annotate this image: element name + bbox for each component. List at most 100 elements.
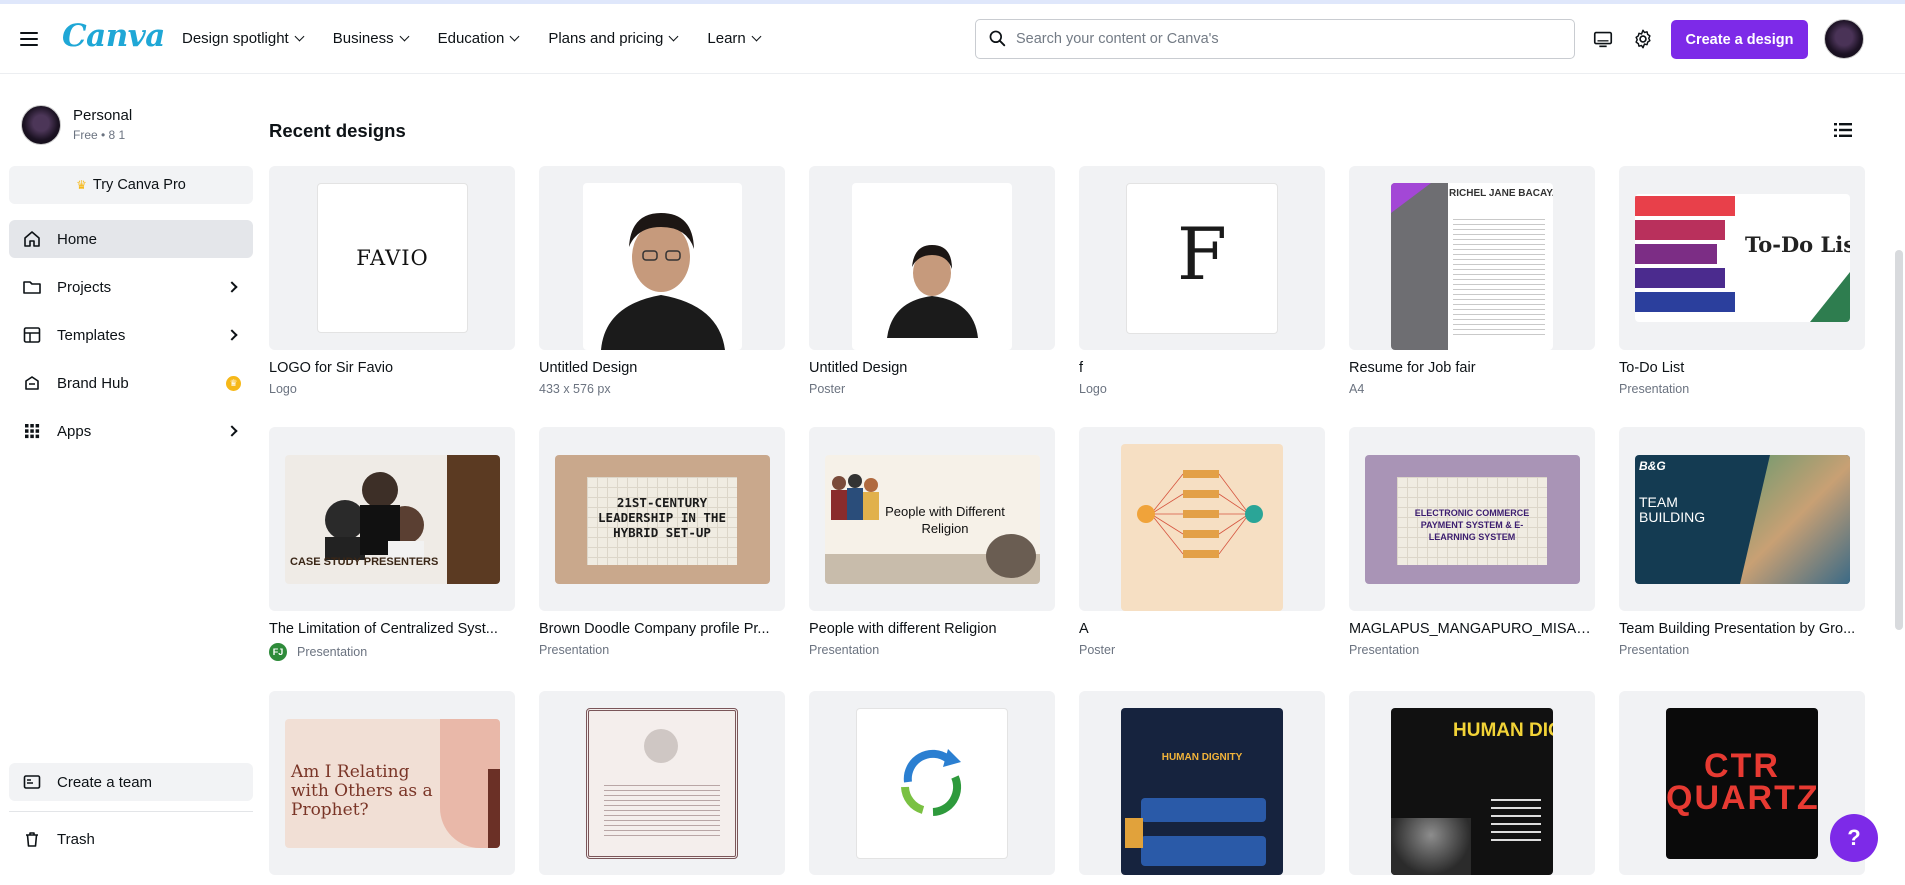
chevron-down-icon <box>509 31 520 42</box>
menu-icon[interactable] <box>20 32 38 46</box>
search-bar <box>975 19 1575 59</box>
scrollbar[interactable] <box>1895 250 1903 630</box>
design-card[interactable]: B&G TEAM BUILDING Team Building Presenta… <box>1619 427 1865 657</box>
nav-learn[interactable]: Learn <box>707 30 762 47</box>
gear-icon[interactable] <box>1632 28 1654 50</box>
resume-accent <box>1391 183 1431 213</box>
owner-avatar: FJ <box>269 643 287 661</box>
desktop-app-icon[interactable] <box>1592 28 1614 50</box>
thumbnail-canvas: ELECTRONIC COMMERCE PAYMENT SYSTEM & E-L… <box>1365 455 1580 584</box>
sidebar-item-label: Templates <box>57 326 126 344</box>
sidebar-item-label: Projects <box>57 278 112 296</box>
design-thumbnail: ELECTRONIC COMMERCE PAYMENT SYSTEM & E-L… <box>1349 427 1595 611</box>
design-type: Presentation <box>809 643 880 657</box>
design-title: LOGO for Sir Favio <box>269 360 394 376</box>
nav-education[interactable]: Education <box>438 30 520 47</box>
design-card[interactable] <box>809 691 1055 875</box>
design-card[interactable]: People with Different Religion People wi… <box>809 427 1055 657</box>
design-card[interactable]: RICHEL JANE BACAYAN Resume for Job fair … <box>1349 166 1595 396</box>
design-type: Presentation <box>539 643 610 657</box>
design-thumbnail <box>809 691 1055 875</box>
design-card[interactable]: Am I Relating with Others as a Prophet? <box>269 691 515 875</box>
list-view-icon[interactable] <box>1834 122 1852 138</box>
thumbnail-canvas: B&G TEAM BUILDING <box>1635 455 1850 584</box>
design-thumbnail: 21ST-CENTURY LEADERSHIP IN THE HYBRID SE… <box>539 427 785 611</box>
thumbnail-text: ELECTRONIC COMMERCE PAYMENT SYSTEM & E-L… <box>1414 508 1530 542</box>
try-pro-label: Try Canva Pro <box>92 177 186 193</box>
design-card[interactable]: A Poster <box>1079 427 1325 657</box>
design-title: A <box>1079 621 1089 637</box>
sidebar-item-trash[interactable]: Trash <box>9 820 253 858</box>
design-card[interactable]: HUMAN DIGNITY <box>1349 691 1595 875</box>
thumbnail-canvas: 21ST-CENTURY LEADERSHIP IN THE HYBRID SE… <box>555 455 770 584</box>
thumbnail-text: RICHEL JANE BACAYAN <box>1449 188 1553 199</box>
thumbnail-text: HUMAN DIGNITY <box>1161 752 1243 763</box>
search-input[interactable] <box>1016 31 1556 47</box>
thumbnail-text: To-Do List <box>1745 232 1850 257</box>
section-title: Recent designs <box>269 120 406 141</box>
nav-plans-and-pricing[interactable]: Plans and pricing <box>548 30 679 47</box>
design-thumbnail: F <box>1079 166 1325 350</box>
design-thumbnail: FAVIO <box>269 166 515 350</box>
account-switcher[interactable]: Personal Free • 8 1 <box>21 105 132 145</box>
sidebar-item-apps[interactable]: Apps <box>9 412 253 450</box>
design-card[interactable] <box>539 691 785 875</box>
nav-business[interactable]: Business <box>333 30 410 47</box>
design-card[interactable]: To-Do List To-Do List Presentation <box>1619 166 1865 396</box>
design-card[interactable]: 21ST-CENTURY LEADERSHIP IN THE HYBRID SE… <box>539 427 785 657</box>
design-card[interactable]: CTR QUARTZ <box>1619 691 1865 875</box>
canva-logo[interactable]: Canva <box>62 18 165 54</box>
design-card[interactable]: FAVIO LOGO for Sir Favio Logo <box>269 166 515 396</box>
design-type: Presentation <box>1349 643 1420 657</box>
thumbnail-canvas: HUMAN DIGNITY <box>1391 708 1553 875</box>
account-plan: Free • 8 1 <box>73 128 126 142</box>
thumbnail-canvas: RICHEL JANE BACAYAN <box>1391 183 1553 350</box>
thumbnail-canvas: HUMAN DIGNITY <box>1121 708 1283 875</box>
thumbnail-canvas: To-Do List <box>1635 194 1850 322</box>
design-size: 433 x 576 px <box>539 382 611 396</box>
design-type: Logo <box>1079 382 1107 396</box>
design-card[interactable]: ELECTRONIC COMMERCE PAYMENT SYSTEM & E-L… <box>1349 427 1595 657</box>
avatar[interactable] <box>1824 19 1864 59</box>
design-title: The Limitation of Centralized Syst... <box>269 621 498 637</box>
thumbnail-canvas: CTR QUARTZ <box>1666 708 1818 859</box>
design-thumbnail: HUMAN DIGNITY <box>1349 691 1595 875</box>
mindmap-diagram <box>1137 470 1263 558</box>
thumbnail-canvas <box>583 183 742 350</box>
design-card[interactable]: HUMAN DIGNITY <box>1079 691 1325 875</box>
chevron-down-icon <box>294 31 305 42</box>
create-design-button[interactable]: Create a design <box>1671 20 1808 59</box>
portrait-image <box>601 213 725 350</box>
thumbnail-canvas <box>856 708 1008 859</box>
help-button[interactable]: ? <box>1830 814 1878 862</box>
sidebar-item-brand-hub[interactable]: Brand Hub ♛ <box>9 364 253 402</box>
design-card[interactable]: Untitled Design Poster <box>809 166 1055 396</box>
thumbnail-canvas <box>1121 444 1283 611</box>
design-title: Brown Doodle Company profile Pr... <box>539 621 770 637</box>
crown-icon: ♛ <box>76 178 87 192</box>
nav-label: Design spotlight <box>182 30 289 47</box>
sidebar: Personal Free • 8 1 ♛ Try Canva Pro Home… <box>0 75 262 885</box>
home-icon <box>24 231 40 247</box>
try-canva-pro-button[interactable]: ♛ Try Canva Pro <box>9 166 253 204</box>
thumbnail-canvas: FAVIO <box>317 183 468 333</box>
search-icon <box>989 30 1006 47</box>
recycle-arrows-icon <box>901 749 962 816</box>
create-team-button[interactable]: Create a team <box>9 763 253 801</box>
apps-grid-icon <box>25 424 40 439</box>
team-icon <box>23 775 41 789</box>
design-card[interactable]: F f Logo <box>1079 166 1325 396</box>
sidebar-item-label: Brand Hub <box>57 374 129 392</box>
design-title: To-Do List <box>1619 360 1685 376</box>
brand-hub-icon <box>25 376 39 390</box>
design-card[interactable]: CASE STUDY PRESENTERS The Limitation of … <box>269 427 515 661</box>
chevron-down-icon <box>751 31 762 42</box>
top-header: Canva Design spotlight Business Educatio… <box>0 4 1905 74</box>
design-thumbnail: CTR QUARTZ <box>1619 691 1865 875</box>
chevron-right-icon <box>226 425 238 437</box>
nav-design-spotlight[interactable]: Design spotlight <box>182 30 305 47</box>
sidebar-item-home[interactable]: Home <box>9 220 253 258</box>
sidebar-item-templates[interactable]: Templates <box>9 316 253 354</box>
design-card[interactable]: Untitled Design 433 x 576 px <box>539 166 785 396</box>
sidebar-item-projects[interactable]: Projects <box>9 268 253 306</box>
